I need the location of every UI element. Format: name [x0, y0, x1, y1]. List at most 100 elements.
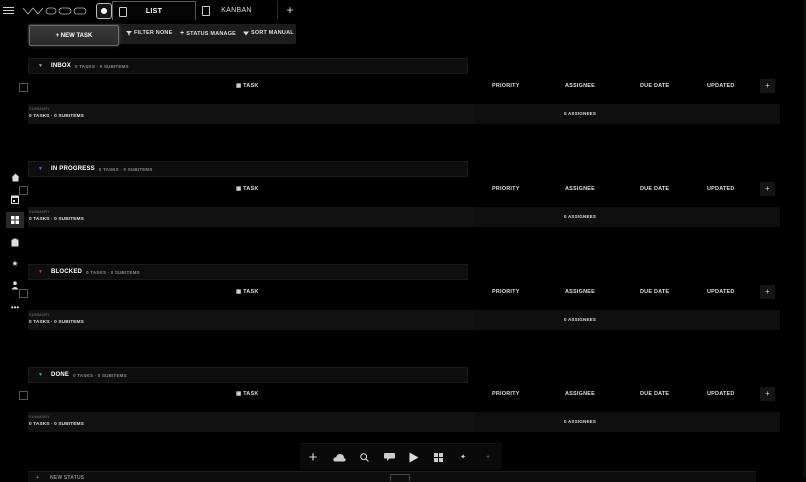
new-status-label: NEW STATUS: [50, 475, 85, 481]
add-tab-button[interactable]: +: [284, 3, 296, 17]
add-column-button[interactable]: +: [760, 182, 775, 196]
assignee-column-header[interactable]: ASSIGNEE: [565, 83, 595, 89]
column-header-row: ▦ TASK PRIORITY ASSIGNEE DUE DATE UPDATE…: [17, 182, 780, 198]
task-column-label: TASK: [243, 83, 259, 89]
tab-kanban[interactable]: KANBAN: [196, 1, 278, 20]
priority-column-header[interactable]: PRIORITY: [492, 391, 520, 397]
task-icon: ▦: [236, 186, 242, 192]
side-nav: ★ •••: [4, 168, 26, 318]
new-task-label: + NEW TASK: [55, 32, 93, 39]
search-icon[interactable]: [356, 449, 372, 465]
group-name: DONE: [51, 372, 70, 378]
add-column-button[interactable]: +: [760, 79, 775, 93]
user-icon[interactable]: [6, 277, 24, 293]
group-header-done[interactable]: ▼ DONE 0 TASKS · 0 SUBITEMS: [28, 367, 468, 383]
summary-label: SUMMARY: [29, 210, 50, 214]
task-icon: ▦: [236, 289, 242, 295]
more-icon[interactable]: •••: [6, 299, 24, 315]
grid-icon[interactable]: [430, 449, 446, 465]
assignee-column-header[interactable]: ASSIGNEE: [565, 391, 595, 397]
workspace-toggle-button[interactable]: [96, 3, 112, 19]
plus-icon[interactable]: +: [305, 449, 321, 466]
due-date-column-header[interactable]: DUE DATE: [640, 83, 669, 89]
group-header-blocked[interactable]: ▼ BLOCKED 0 TASKS · 0 SUBITEMS: [28, 264, 468, 280]
task-column-header[interactable]: ▦ TASK: [236, 186, 259, 192]
tab-list[interactable]: LIST: [112, 1, 196, 20]
play-icon[interactable]: [406, 449, 422, 465]
new-task-button[interactable]: + NEW TASK: [29, 25, 119, 46]
summary-label: SUMMARY: [29, 107, 50, 111]
task-column-header[interactable]: ▦ TASK: [236, 83, 259, 89]
group-count: 0 TASKS · 0 SUBITEMS: [75, 63, 129, 69]
summary-label: SUMMARY: [29, 415, 50, 419]
priority-column-header[interactable]: PRIORITY: [492, 289, 520, 295]
filter-icon: [126, 31, 132, 36]
chevron-down-icon[interactable]: ▼: [37, 372, 44, 378]
summary-row: SUMMARY 0 TASKS · 0 SUBITEMS 0 ASSIGNEES: [28, 104, 780, 124]
assignee-summary-text: 0 ASSIGNEES: [564, 111, 597, 116]
plus-small-icon[interactable]: +: [480, 449, 496, 465]
summary-text: 0 TASKS · 0 SUBITEMS: [29, 114, 84, 119]
assignee-summary-text: 0 ASSIGNEES: [564, 214, 597, 219]
column-header-row: ▦ TASK PRIORITY ASSIGNEE DUE DATE UPDATE…: [17, 387, 780, 403]
updated-column-header[interactable]: UPDATED: [707, 391, 735, 397]
clipboard-icon[interactable]: [6, 234, 24, 250]
select-all-checkbox[interactable]: [19, 391, 28, 400]
add-column-button[interactable]: +: [760, 387, 775, 401]
grid-icon[interactable]: [6, 212, 24, 228]
assignee-summary: 0 ASSIGNEES: [474, 207, 780, 227]
priority-column-header[interactable]: PRIORITY: [492, 83, 520, 89]
assignee-summary-text: 0 ASSIGNEES: [564, 419, 597, 424]
calendar-icon[interactable]: [6, 191, 24, 207]
chat-icon[interactable]: [381, 449, 397, 465]
group-name: BLOCKED: [51, 269, 83, 275]
updated-column-header[interactable]: UPDATED: [707, 83, 735, 89]
priority-column-header[interactable]: PRIORITY: [492, 186, 520, 192]
group-count: 0 TASKS · 0 SUBITEMS: [98, 166, 153, 172]
group-count: 0 TASKS · 0 SUBITEMS: [73, 372, 127, 378]
due-date-column-header[interactable]: DUE DATE: [640, 186, 669, 192]
status-manage-button[interactable]: + STATUS MANAGE: [180, 30, 236, 37]
group-header-in-progress[interactable]: ▼ IN PROGRESS 0 TASKS · 0 SUBITEMS: [28, 161, 468, 177]
summary-text: 0 TASKS · 0 SUBITEMS: [29, 422, 84, 427]
assignee-column-header[interactable]: ASSIGNEE: [565, 289, 595, 295]
sort-button[interactable]: SORT MANUAL: [243, 30, 294, 36]
assignee-summary-text: 0 ASSIGNEES: [564, 317, 597, 322]
plus-icon: +: [180, 30, 185, 37]
plus-icon: +: [36, 475, 40, 481]
chevron-down-icon[interactable]: ▼: [37, 63, 44, 69]
sort-label: SORT MANUAL: [251, 30, 294, 36]
updated-column-header[interactable]: UPDATED: [707, 289, 735, 295]
list-icon: [119, 7, 127, 17]
tab-list-label: LIST: [145, 7, 163, 15]
group-name: IN PROGRESS: [51, 166, 95, 172]
star-icon[interactable]: ★: [6, 255, 24, 271]
updated-column-header[interactable]: UPDATED: [707, 186, 735, 192]
task-column-header[interactable]: ▦ TASK: [236, 391, 259, 397]
filter-label: FILTER NONE: [134, 30, 173, 36]
assignee-summary: 0 ASSIGNEES: [474, 310, 780, 330]
home-icon[interactable]: [6, 169, 24, 185]
group-count: 0 TASKS · 0 SUBITEMS: [86, 269, 140, 275]
tab-kanban-label: KANBAN: [221, 7, 252, 14]
chevron-down-icon[interactable]: ▼: [37, 166, 44, 172]
task-column-label: TASK: [243, 391, 259, 397]
cloud-icon[interactable]: [331, 449, 347, 465]
filter-button[interactable]: FILTER NONE: [126, 30, 172, 36]
menu-icon[interactable]: [3, 6, 14, 15]
chevron-down-icon[interactable]: ▼: [37, 269, 44, 275]
add-column-button[interactable]: +: [760, 285, 775, 299]
summary-row: SUMMARY 0 TASKS · 0 SUBITEMS 0 ASSIGNEES: [28, 310, 780, 330]
select-all-checkbox[interactable]: [19, 83, 28, 92]
assignee-column-header[interactable]: ASSIGNEE: [565, 186, 595, 192]
task-column-header[interactable]: ▦ TASK: [236, 289, 259, 295]
task-column-label: TASK: [243, 289, 259, 295]
summary-row: SUMMARY 0 TASKS · 0 SUBITEMS 0 ASSIGNEES: [28, 207, 780, 227]
due-date-column-header[interactable]: DUE DATE: [640, 289, 669, 295]
sparkle-icon[interactable]: ✦: [455, 449, 471, 465]
bottom-dock: + ✦ +: [300, 443, 502, 470]
group-header-inbox[interactable]: ▼ INBOX 0 TASKS · 0 SUBITEMS: [28, 58, 468, 74]
column-header-row: ▦ TASK PRIORITY ASSIGNEE DUE DATE UPDATE…: [17, 79, 780, 95]
due-date-column-header[interactable]: DUE DATE: [640, 391, 669, 397]
task-icon: ▦: [236, 83, 242, 89]
